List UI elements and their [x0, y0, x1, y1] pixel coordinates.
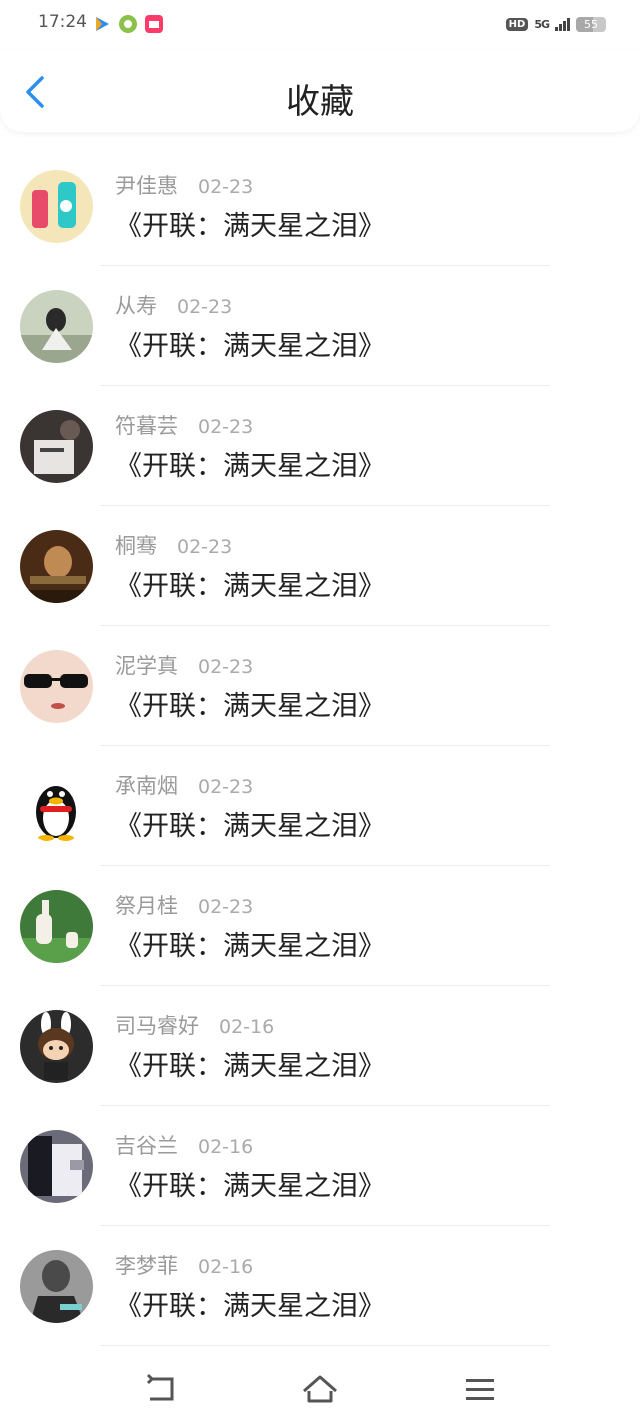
app-icon-shopping	[145, 15, 163, 33]
avatar	[20, 1250, 93, 1323]
favorites-list: 尹佳惠 02-23 《开联：满天星之泪》 从寿 02-23 《开联：满天星之泪》 符…	[0, 146, 640, 1346]
item-date: 02-16	[198, 1256, 254, 1278]
app-icon-browser	[119, 15, 137, 33]
list-item[interactable]: 司马睿好 02-16 《开联：满天星之泪》	[0, 986, 640, 1106]
item-date: 02-23	[198, 176, 254, 198]
list-item[interactable]: 吉谷兰 02-16 《开联：满天星之泪》	[0, 1106, 640, 1226]
signal-icon	[555, 17, 570, 31]
song-title: 《开联：满天星之泪》	[115, 1171, 385, 1202]
list-item[interactable]: 承南烟 02-23 《开联：满天星之泪》	[0, 746, 640, 866]
song-title: 《开联：满天星之泪》	[115, 1051, 385, 1082]
user-name: 李梦菲	[115, 1254, 178, 1278]
song-title: 《开联：满天星之泪》	[115, 1291, 385, 1322]
avatar	[20, 1130, 93, 1203]
network-label: 5G	[534, 17, 550, 31]
avatar	[20, 1010, 93, 1083]
status-bar: 17:24 HD 5G 55	[0, 0, 640, 50]
avatar	[20, 650, 93, 723]
song-title: 《开联：满天星之泪》	[115, 451, 385, 482]
list-item[interactable]: 李梦菲 02-16 《开联：满天星之泪》	[0, 1226, 640, 1346]
app-icon-video	[96, 17, 109, 31]
song-title: 《开联：满天星之泪》	[115, 331, 385, 362]
song-title: 《开联：满天星之泪》	[115, 691, 385, 722]
song-title: 《开联：满天星之泪》	[115, 571, 385, 602]
home-icon[interactable]	[300, 1371, 340, 1407]
song-title: 《开联：满天星之泪》	[115, 931, 385, 962]
song-title: 《开联：满天星之泪》	[115, 811, 385, 842]
status-time: 17:24	[38, 12, 87, 32]
avatar	[20, 530, 93, 603]
user-name: 泥学真	[115, 654, 178, 678]
avatar	[20, 890, 93, 963]
battery-icon: 55	[576, 16, 606, 32]
avatar	[20, 170, 93, 243]
user-name: 承南烟	[115, 774, 178, 798]
user-name: 司马睿好	[115, 1014, 199, 1038]
user-name: 桐骞	[115, 534, 157, 558]
item-date: 02-23	[177, 536, 233, 558]
hd-badge: HD	[505, 17, 529, 31]
user-name: 吉谷兰	[115, 1134, 178, 1158]
user-name: 从寿	[115, 294, 157, 318]
avatar	[20, 770, 93, 843]
battery-level: 55	[584, 17, 598, 31]
list-item[interactable]: 祭月桂 02-23 《开联：满天星之泪》	[0, 866, 640, 986]
item-date: 02-16	[219, 1016, 275, 1038]
list-item[interactable]: 泥学真 02-23 《开联：满天星之泪》	[0, 626, 640, 746]
user-name: 符暮芸	[115, 414, 178, 438]
menu-icon[interactable]	[460, 1371, 500, 1407]
app-header: 收藏	[0, 50, 640, 132]
item-date: 02-23	[198, 776, 254, 798]
item-date: 02-23	[198, 656, 254, 678]
item-date: 02-23	[198, 896, 254, 918]
user-name: 尹佳惠	[115, 174, 178, 198]
item-date: 02-23	[198, 416, 254, 438]
list-item[interactable]: 桐骞 02-23 《开联：满天星之泪》	[0, 506, 640, 626]
list-item[interactable]: 尹佳惠 02-23 《开联：满天星之泪》	[0, 146, 640, 266]
list-item[interactable]: 从寿 02-23 《开联：满天星之泪》	[0, 266, 640, 386]
back-icon[interactable]	[140, 1371, 180, 1407]
avatar	[20, 290, 93, 363]
page-title: 收藏	[286, 82, 354, 122]
item-date: 02-16	[198, 1136, 254, 1158]
user-name: 祭月桂	[115, 894, 178, 918]
list-item[interactable]: 符暮芸 02-23 《开联：满天星之泪》	[0, 386, 640, 506]
system-nav-bar	[0, 1355, 640, 1427]
item-date: 02-23	[177, 296, 233, 318]
avatar	[20, 410, 93, 483]
song-title: 《开联：满天星之泪》	[115, 211, 385, 242]
divider	[100, 1345, 550, 1346]
